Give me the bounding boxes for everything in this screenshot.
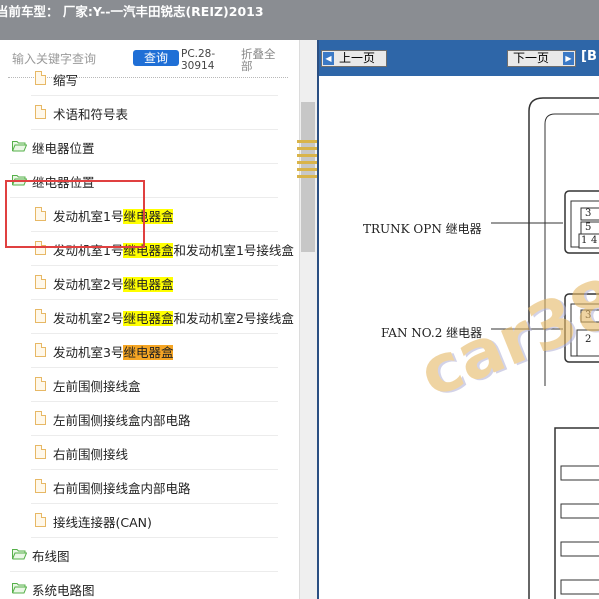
label-prefix: 发动机室2号 — [53, 277, 124, 292]
tree-folder-item[interactable]: 继电器位置 — [0, 130, 299, 164]
tree-file-item[interactable]: 发动机室2号继电器盒 — [0, 266, 299, 300]
fan-no2-relay-label: FAN NO.2 继电器 — [381, 326, 483, 340]
viewer-navbar: ◀ 上一页 下一页 ▶ [B — [319, 40, 599, 76]
tree-file-item[interactable]: 术语和符号表 — [0, 96, 299, 130]
folder-open-icon — [12, 141, 27, 152]
tree-item-label: 布线图 — [32, 549, 70, 564]
page-title-fragment: [B — [581, 49, 597, 64]
document-icon — [35, 411, 46, 425]
relay-diagram: TRUNK OPN 继电器 FAN NO.2 继电器 3 5 1 4 3 2 c… — [319, 76, 599, 599]
tree-item-label: 系统电路图 — [32, 583, 95, 598]
tree-file-item[interactable]: 左前围侧接线盒 — [0, 368, 299, 402]
tree-file-item[interactable]: 右前围侧接线 — [0, 436, 299, 470]
tree-item-label: 发动机室3号继电器盒 — [53, 342, 174, 361]
folder-open-icon — [12, 549, 27, 560]
tree-file-item[interactable]: 接线连接器(CAN) — [0, 504, 299, 538]
selection-highlight-box — [5, 180, 145, 248]
tree-item-label: 左前围侧接线盒内部电路 — [53, 413, 191, 428]
title-bar: 当前车型： 厂家:Y--一汽丰田锐志(REIZ)2013 — [0, 0, 599, 40]
tree-file-item[interactable]: 发动机室2号继电器盒和发动机室2号接线盒 — [0, 300, 299, 334]
tree-item-label: 左前围侧接线盒 — [53, 379, 141, 394]
document-icon — [35, 105, 46, 119]
tree-file-item[interactable]: 发动机室3号继电器盒 — [0, 334, 299, 368]
relay-pin: 3 — [585, 310, 592, 321]
search-match-highlight: 继电器盒 — [123, 277, 174, 292]
document-icon — [35, 479, 46, 493]
tree-item-label: 接线连接器(CAN) — [53, 515, 152, 530]
trunk-opn-relay-label: TRUNK OPN 继电器 — [363, 222, 482, 236]
document-icon — [35, 309, 46, 323]
splitter-grip-icon[interactable] — [297, 140, 317, 180]
document-icon — [35, 445, 46, 459]
next-page-label: 下一页 — [513, 51, 550, 65]
document-icon — [35, 71, 46, 85]
label-prefix: 发动机室3号 — [53, 345, 124, 360]
tree-item-label: 继电器位置 — [32, 141, 95, 156]
tree-item-label: 右前围侧接线 — [53, 447, 129, 462]
arrow-right-icon: ▶ — [563, 52, 574, 65]
tree-folder-item[interactable]: 布线图 — [0, 538, 299, 572]
document-icon — [35, 513, 46, 527]
document-icon — [35, 377, 46, 391]
diagram-viewer: ◀ 上一页 下一页 ▶ [B TRUNK OPN 继电器 FAN NO.2 继电… — [319, 40, 599, 599]
tree-scrollbar[interactable] — [297, 40, 317, 599]
search-match-highlight: 继电器盒 — [123, 311, 174, 326]
arrow-left-icon: ◀ — [323, 52, 334, 65]
label-suffix: 和发动机室2号接线盒 — [173, 311, 294, 326]
tree-item-label: 发动机室2号继电器盒 — [53, 274, 174, 293]
document-icon — [35, 275, 46, 289]
relay-pin: 4 — [591, 235, 598, 246]
tree-item-label: 术语和符号表 — [53, 107, 129, 122]
relay-pin: 3 — [585, 208, 592, 219]
tree-file-item[interactable]: 右前围侧接线盒内部电路 — [0, 470, 299, 504]
left-panel: 查询 PC.28-30914 折叠全部 缩写术语和符号表继电器位置继电器位置发动… — [0, 40, 317, 599]
tree-file-item[interactable]: 左前围侧接线盒内部电路 — [0, 402, 299, 436]
tree-item-label: 发动机室2号继电器盒和发动机室2号接线盒 — [53, 308, 294, 327]
relay-pin: 5 — [585, 222, 592, 233]
tree-item-label: 右前围侧接线盒内部电路 — [53, 481, 191, 496]
relay-pin: 1 — [581, 235, 588, 246]
label-prefix: 发动机室2号 — [53, 311, 124, 326]
tree-item-label: 缩写 — [53, 73, 79, 88]
label-suffix: 和发动机室1号接线盒 — [173, 243, 294, 258]
relay-pin: 2 — [585, 334, 592, 345]
next-page-button[interactable]: 下一页 ▶ — [507, 50, 576, 67]
prev-page-label: 上一页 — [339, 51, 376, 65]
search-match-highlight: 继电器盒 — [123, 345, 174, 360]
document-icon — [35, 343, 46, 357]
tree-folder-item[interactable]: 系统电路图 — [0, 572, 299, 599]
tree-file-item[interactable]: 缩写 — [0, 62, 299, 96]
folder-open-icon — [12, 583, 27, 594]
current-vehicle-title: 当前车型： 厂家:Y--一汽丰田锐志(REIZ)2013 — [0, 4, 264, 19]
prev-page-button[interactable]: ◀ 上一页 — [321, 50, 387, 67]
